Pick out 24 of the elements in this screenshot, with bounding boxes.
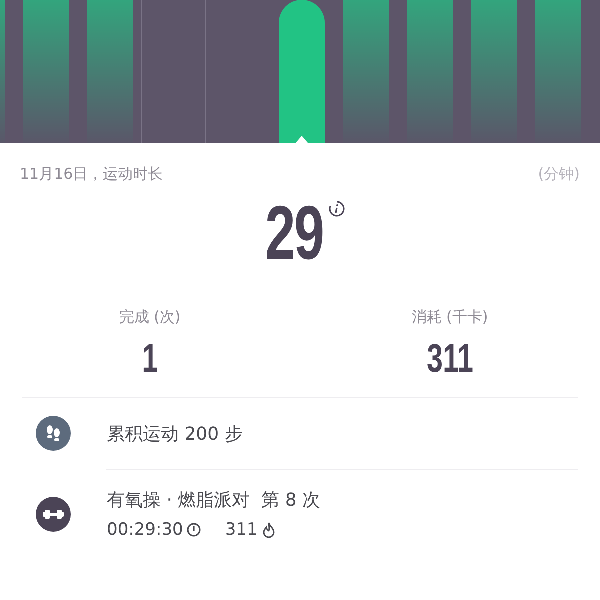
- pointer-icon: [296, 136, 308, 143]
- duration-text: 00:29:30: [107, 520, 184, 540]
- chart-bar[interactable]: [278, 0, 324, 143]
- stat-value: 1: [142, 339, 158, 379]
- info-icon[interactable]: [328, 200, 346, 218]
- record-title: 有氧操 · 燃脂派对 第 8 次: [107, 489, 321, 512]
- chart-bar[interactable]: [406, 0, 452, 143]
- chart-bar[interactable]: [342, 0, 388, 143]
- chart-bar[interactable]: [470, 0, 516, 143]
- stat-label: 消耗 (千卡): [412, 308, 488, 327]
- stat-label: 完成 (次): [119, 308, 181, 327]
- chart-bar[interactable]: [534, 0, 580, 143]
- calories-text: 311: [225, 520, 258, 540]
- date-label: 11月16日，运动时长: [20, 165, 164, 184]
- flame-icon: [262, 522, 276, 538]
- unit-label: (分钟): [538, 165, 580, 184]
- chart-bar[interactable]: [22, 0, 68, 143]
- dumbbell-icon: [36, 496, 71, 532]
- clock-icon: [187, 523, 202, 537]
- duration-value: 29: [265, 196, 323, 272]
- footprints-icon: [36, 416, 71, 451]
- stat-value: 311: [426, 339, 474, 379]
- chart-bar[interactable]: [86, 0, 132, 143]
- record-title: 累积运动 200 步: [107, 422, 243, 446]
